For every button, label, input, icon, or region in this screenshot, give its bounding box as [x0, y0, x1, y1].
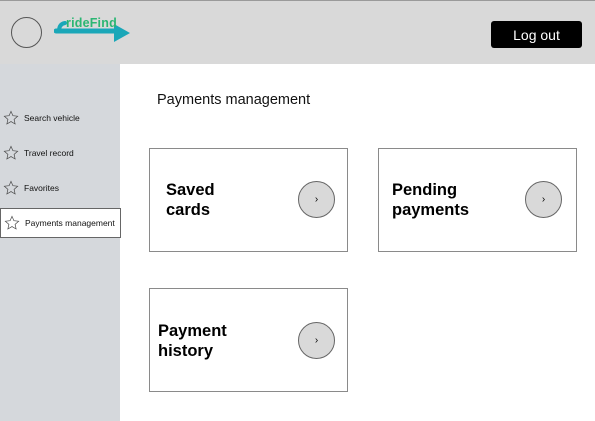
sidebar-item-label: Favorites	[24, 183, 59, 193]
star-icon	[4, 215, 20, 230]
star-icon	[3, 180, 19, 195]
sidebar-item-payments-management[interactable]: Payments management	[0, 208, 121, 238]
logout-button[interactable]: Log out	[491, 21, 582, 48]
top-bar: rideFind Log out	[0, 0, 595, 64]
sidebar-item-label: Payments management	[25, 218, 115, 228]
card-title: Pending payments	[392, 181, 470, 219]
card-title: Payment history	[158, 322, 227, 360]
star-icon	[3, 145, 19, 160]
sidebar-item-travel-record[interactable]: Travel record	[0, 138, 120, 168]
sidebar-item-label: Search vehicle	[24, 113, 80, 123]
sidebar-item-favorites[interactable]: Favorites	[0, 173, 120, 203]
pending-payments-card[interactable]: Pending payments ›	[378, 148, 577, 252]
page-title: Payments management	[157, 92, 311, 108]
card-title: Saved cards	[166, 181, 215, 219]
sidebar-item-search-vehicle[interactable]: Search vehicle	[0, 103, 120, 133]
arrow-right-button[interactable]: ›	[298, 322, 335, 359]
payment-history-card[interactable]: Payment history ›	[149, 288, 348, 392]
arrow-right-button[interactable]: ›	[525, 181, 562, 218]
sidebar-item-label: Travel record	[24, 148, 74, 158]
saved-cards-card[interactable]: Saved cards ›	[149, 148, 348, 252]
avatar[interactable]	[11, 17, 42, 48]
arrow-right-button[interactable]: ›	[298, 181, 335, 218]
logo[interactable]: rideFind	[54, 15, 134, 45]
logo-text: rideFind	[66, 16, 117, 30]
star-icon	[3, 110, 19, 125]
sidebar: Search vehicle Travel record Favorites P…	[0, 64, 121, 421]
